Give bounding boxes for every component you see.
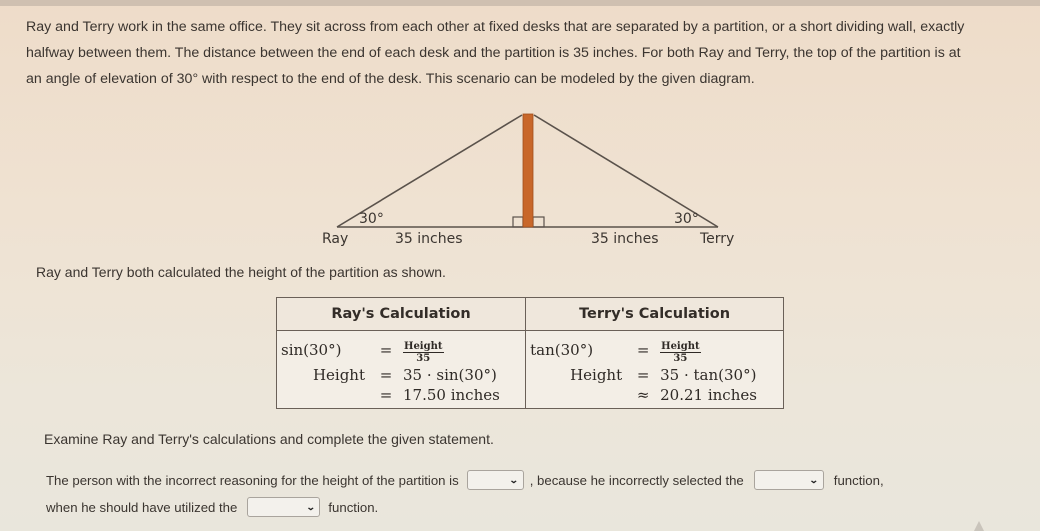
terry-calculation: tan(30°) = Height 35 Height = 35 · tan(30… <box>525 330 784 409</box>
ray-calculation: sin(30°) = Height 35 Height = 35 · sin(30… <box>275 330 527 409</box>
statement-part-4: when he should have utilized the <box>46 499 238 515</box>
instructions: Examine Ray and Terry's calculations and… <box>44 431 494 447</box>
problem-line-3: an angle of elevation of 30° with respec… <box>26 71 755 87</box>
terry-row1-lhs: tan(30°) <box>530 340 594 359</box>
right-angle-right <box>532 216 545 228</box>
terry-row1-fraction: Height 35 <box>660 335 779 364</box>
ray-result: 17.50 inches <box>403 386 500 404</box>
ray-angle-label: 30° <box>359 211 384 227</box>
right-angle-left <box>512 216 524 228</box>
ray-row2-op: = <box>379 366 393 384</box>
terry-calc-header: Terry's Calculation <box>525 297 784 331</box>
partition-wall <box>522 113 534 228</box>
mouse-cursor-icon <box>974 521 984 531</box>
incorrect-function-select[interactable]: ⌄ <box>753 470 824 490</box>
terry-frac-den: 35 <box>673 353 688 364</box>
ray-distance-label: 35 inches <box>395 231 463 247</box>
partition-diagram: 30° 30° Ray 35 inches 35 inches Terry <box>322 113 734 247</box>
ray-row1-fraction: Height 35 <box>403 335 521 364</box>
terry-row2-op: = <box>636 366 650 384</box>
ray-row2-lhs: Height <box>312 366 365 384</box>
top-bar <box>0 0 1040 6</box>
ray-calc-header: Ray's Calculation <box>275 297 527 331</box>
chevron-down-icon: ⌄ <box>809 474 819 485</box>
terry-row1-op: = <box>636 340 650 359</box>
ray-frac-den: 35 <box>416 353 431 364</box>
problem-line-1: Ray and Terry work in the same office. T… <box>26 19 965 35</box>
terry-label: Terry <box>699 231 734 247</box>
chevron-down-icon: ⌄ <box>509 474 519 485</box>
statement-line-1: The person with the incorrect reasoning … <box>46 470 884 490</box>
statement-part-5: function. <box>328 499 379 515</box>
ray-row1-op: = <box>379 340 393 359</box>
terry-row3-op: ≈ <box>636 386 650 404</box>
statement-part-3: function, <box>833 472 884 488</box>
ray-row2-rhs: 35 · sin(30°) <box>403 366 497 384</box>
statement-part-2: , because he incorrectly selected the <box>529 472 744 488</box>
terry-distance-label: 35 inches <box>591 231 659 247</box>
calculations-table: Ray's Calculation Terry's Calculation si… <box>275 297 784 409</box>
chevron-down-icon: ⌄ <box>305 501 316 512</box>
person-select[interactable]: ⌄ <box>466 470 524 490</box>
ray-frac-num: Height <box>403 341 444 353</box>
terry-result: 20.21 inches <box>660 386 757 404</box>
statement-line-2: when he should have utilized the ⌄ funct… <box>46 497 378 517</box>
statement-part-1: The person with the incorrect reasoning … <box>46 472 459 488</box>
terry-frac-num: Height <box>660 341 701 353</box>
terry-row2-rhs: 35 · tan(30°) <box>660 366 757 384</box>
ray-row1-lhs: sin(30°) <box>281 340 342 359</box>
problem-text: Ray and Terry work in the same office. T… <box>26 14 1026 92</box>
ray-label: Ray <box>322 231 348 247</box>
ray-row3-op: = <box>379 386 393 404</box>
problem-line-2: halfway between them. The distance betwe… <box>26 45 961 61</box>
calculations-intro: Ray and Terry both calculated the height… <box>36 264 446 280</box>
terry-row2-lhs: Height <box>570 366 623 384</box>
correct-function-select[interactable]: ⌄ <box>247 497 321 517</box>
terry-angle-label: 30° <box>674 211 699 227</box>
